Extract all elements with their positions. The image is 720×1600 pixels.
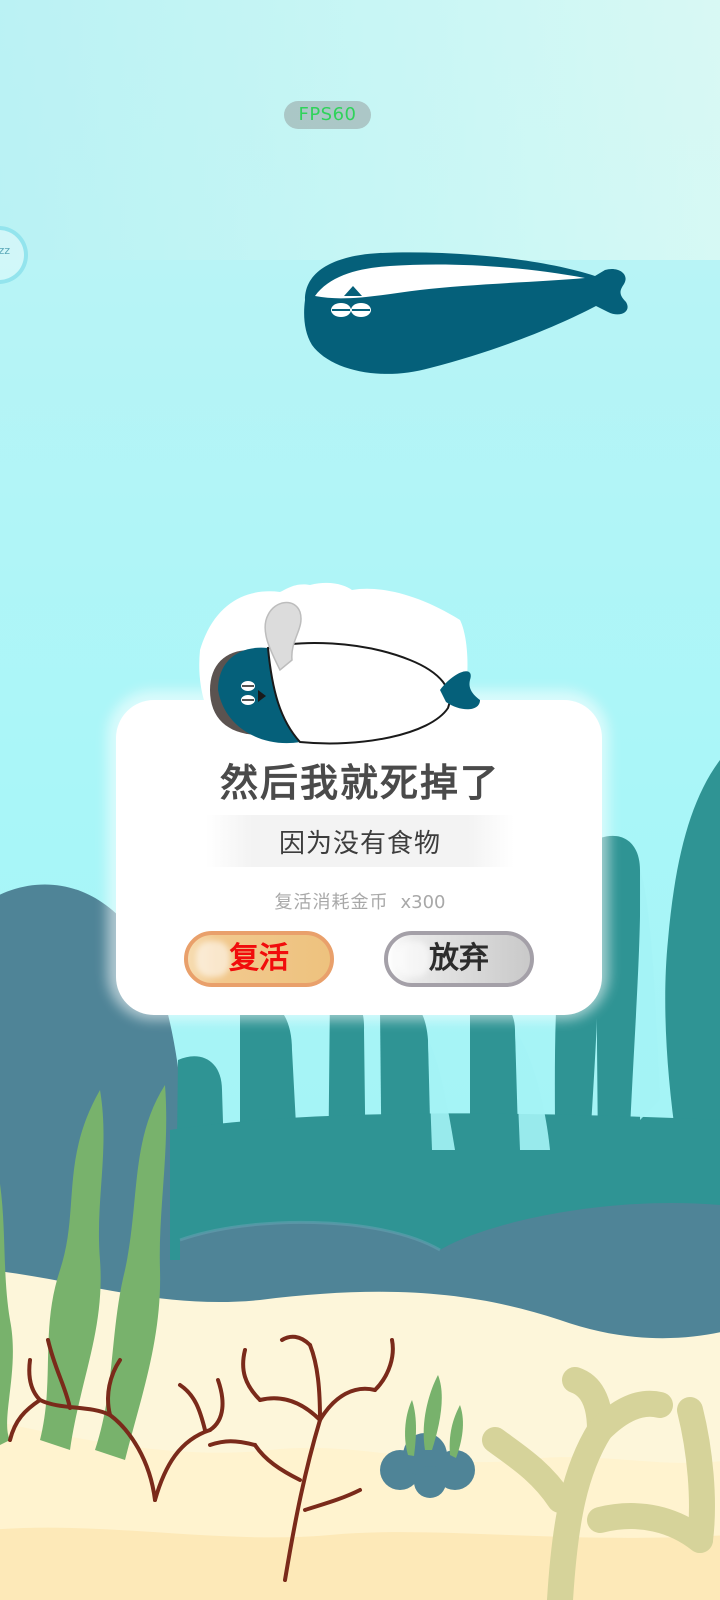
give-up-button-label: 放弃: [429, 941, 489, 976]
revive-button-label: 复活: [229, 941, 289, 976]
revive-button[interactable]: 复活: [184, 931, 334, 987]
revive-cost: 复活消耗金币 x300: [0, 888, 720, 914]
dead-fish-icon: [199, 582, 480, 753]
game-scene: FPS60 zz 然后我就死掉了 因为没有食物 复活消耗金币 x300 复活 放…: [0, 0, 720, 1600]
dialog-title: 然后我就死掉了: [219, 761, 500, 805]
give-up-button[interactable]: 放弃: [384, 931, 534, 987]
dialog-subtitle: 因为没有食物: [278, 829, 441, 859]
revive-cost-label: 复活消耗金币: [274, 892, 389, 913]
revive-cost-value: x300: [400, 892, 446, 913]
